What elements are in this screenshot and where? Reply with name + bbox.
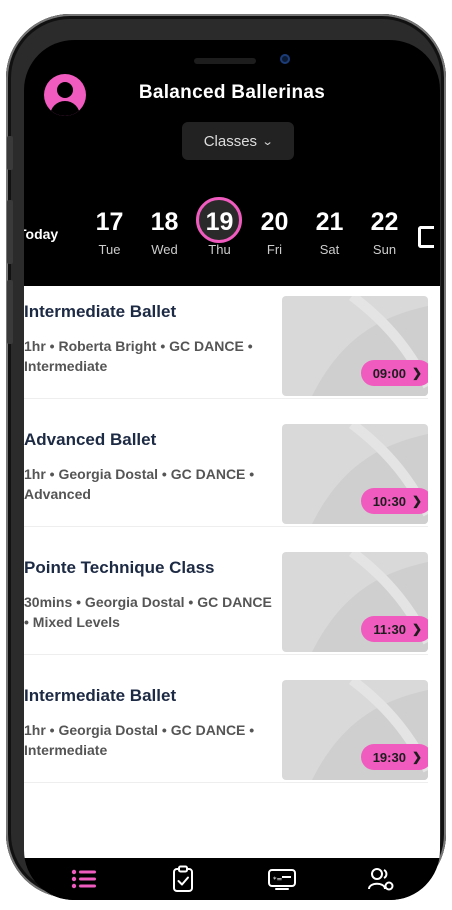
bottom-tab-bar: *= <box>24 858 440 900</box>
class-title: Advanced Ballet <box>24 430 157 449</box>
clipboard-check-icon <box>172 865 193 892</box>
day-weekday: Wed <box>151 242 178 257</box>
mute-switch <box>7 136 13 170</box>
book-time-button[interactable]: 10:30 ❯ <box>360 488 428 514</box>
svg-text:*=: *= <box>273 876 283 884</box>
day-number: 19 <box>205 208 234 236</box>
speaker-grille <box>194 58 256 64</box>
day-22[interactable]: 22 Sun <box>357 203 412 273</box>
class-thumbnail: 09:00 ❯ <box>282 296 428 396</box>
day-19-selected[interactable]: 19 Thu <box>192 197 247 273</box>
category-dropdown-label: Classes <box>203 132 258 150</box>
class-card[interactable]: Intermediate Ballet 1hr • Roberta Bright… <box>24 286 428 399</box>
class-meta: 30mins • Georgia Dostal • GC DANCE • Mix… <box>24 594 272 630</box>
day-17[interactable]: 17 Tue <box>82 203 137 273</box>
class-meta: 1hr • Roberta Bright • GC DANCE • Interm… <box>24 338 253 374</box>
chevron-right-icon: ❯ <box>411 366 422 380</box>
app-title: Balanced Ballerinas <box>138 82 326 103</box>
app-screen: Balanced Ballerinas Classes ⌄ Today 17 T… <box>24 40 440 900</box>
class-meta: 1hr • Georgia Dostal • GC DANCE • Interm… <box>24 722 255 758</box>
tab-memberships[interactable]: *= <box>262 863 302 895</box>
day-number: 21 <box>315 208 344 236</box>
tab-schedule[interactable] <box>64 863 104 895</box>
day-number: 17 <box>95 208 124 236</box>
class-meta: 1hr • Georgia Dostal • GC DANCE • Advanc… <box>24 466 255 502</box>
class-card[interactable]: Advanced Ballet 1hr • Georgia Dostal • G… <box>24 414 428 527</box>
day-weekday: Sun <box>372 242 397 257</box>
book-time-button[interactable]: 11:30 ❯ <box>361 616 428 642</box>
phone-frame: Balanced Ballerinas Classes ⌄ Today 17 T… <box>6 14 446 900</box>
membership-card-icon: *= <box>267 869 296 890</box>
account-icon <box>367 868 393 891</box>
book-time-button[interactable]: 19:30 ❯ <box>360 744 428 770</box>
day-21[interactable]: 21 Sat <box>302 203 357 273</box>
time-label: 19:30 <box>372 749 406 765</box>
class-card[interactable]: Intermediate Ballet 1hr • Georgia Dostal… <box>24 670 428 783</box>
book-time-button[interactable]: 09:00 ❯ <box>360 360 428 386</box>
day-weekday: Fri <box>266 242 283 257</box>
class-thumbnail: 10:30 ❯ <box>282 424 428 524</box>
day-weekday: Tue <box>98 242 121 257</box>
list-icon <box>71 869 96 889</box>
class-list: Intermediate Ballet 1hr • Roberta Bright… <box>24 286 440 858</box>
class-thumbnail: 11:30 ❯ <box>282 552 428 652</box>
time-label: 10:30 <box>372 493 406 509</box>
day-20[interactable]: 20 Fri <box>247 203 302 273</box>
volume-down-button <box>7 280 13 344</box>
today-button[interactable]: Today <box>24 226 70 242</box>
tab-bookings[interactable] <box>163 863 203 895</box>
chevron-right-icon: ❯ <box>411 494 422 508</box>
day-weekday: Thu <box>208 242 231 257</box>
class-title: Intermediate Ballet <box>24 686 177 705</box>
time-label: 11:30 <box>373 621 406 637</box>
time-label: 09:00 <box>372 365 406 381</box>
day-number: 22 <box>370 208 399 236</box>
class-title: Pointe Technique Class <box>24 558 215 577</box>
class-thumbnail: 19:30 ❯ <box>282 680 428 780</box>
day-number: 20 <box>260 208 289 236</box>
volume-up-button <box>7 200 13 264</box>
class-card[interactable]: Pointe Technique Class 30mins • Georgia … <box>24 542 428 655</box>
category-dropdown[interactable]: Classes ⌄ <box>182 122 294 160</box>
chevron-down-icon: ⌄ <box>261 135 274 148</box>
day-weekday: Sat <box>319 242 340 257</box>
day-number: 18 <box>150 208 179 236</box>
chevron-right-icon: ❯ <box>411 750 422 764</box>
front-camera <box>280 54 290 64</box>
date-strip: 17 Tue 18 Wed 19 Thu 20 Fri 21 Sat 22 Su… <box>82 197 412 273</box>
day-18[interactable]: 18 Wed <box>137 203 192 273</box>
tab-account[interactable] <box>361 863 401 895</box>
class-title: Intermediate Ballet <box>24 302 177 321</box>
calendar-icon[interactable] <box>418 226 434 248</box>
chevron-right-icon: ❯ <box>411 622 422 636</box>
